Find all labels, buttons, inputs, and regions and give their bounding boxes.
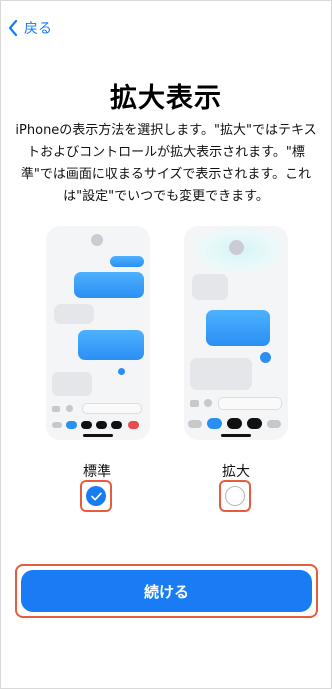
app-icon bbox=[128, 421, 139, 429]
message-bubble bbox=[52, 372, 92, 396]
option-zoomed-label: 拡大 bbox=[222, 464, 250, 480]
avatar bbox=[91, 234, 103, 246]
continue-button[interactable]: 続ける bbox=[21, 570, 312, 612]
standard-preview-image[interactable] bbox=[46, 226, 150, 440]
app-icon bbox=[111, 421, 122, 429]
app-icon bbox=[81, 421, 92, 429]
avatar bbox=[229, 240, 244, 255]
app-icon bbox=[188, 420, 202, 428]
back-label: 戻る bbox=[24, 21, 52, 37]
camera-icon bbox=[190, 400, 199, 407]
chevron-left-icon bbox=[8, 20, 18, 36]
back-button[interactable]: 戻る bbox=[8, 18, 52, 38]
home-indicator bbox=[83, 434, 113, 437]
continue-button-frame[interactable]: 続ける bbox=[15, 564, 318, 618]
message-input bbox=[218, 397, 282, 410]
app-icon bbox=[207, 418, 222, 429]
home-indicator bbox=[221, 434, 251, 437]
message-bubble bbox=[190, 358, 252, 390]
page-title: 拡大表示 bbox=[110, 83, 222, 114]
message-bubble bbox=[110, 256, 144, 267]
page-description: iPhoneの表示方法を選択します。"拡大"ではテキストおよびコントロールが拡大… bbox=[15, 123, 317, 204]
typing-dot bbox=[118, 368, 125, 375]
option-standard-label: 標準 bbox=[83, 464, 111, 480]
typing-dot bbox=[260, 352, 271, 363]
message-bubble bbox=[192, 274, 228, 300]
app-icon bbox=[66, 421, 77, 429]
message-bubble bbox=[74, 272, 144, 298]
empty-circle-icon bbox=[225, 486, 245, 506]
message-input bbox=[82, 403, 142, 414]
app-icon bbox=[52, 422, 62, 428]
option-standard-radio[interactable] bbox=[80, 480, 112, 512]
checkmark-icon bbox=[86, 486, 106, 506]
app-icon bbox=[267, 420, 281, 428]
message-bubble bbox=[54, 304, 94, 324]
option-zoomed-radio[interactable] bbox=[219, 480, 251, 512]
message-bubble bbox=[206, 310, 270, 346]
message-bubble bbox=[78, 330, 144, 360]
appstore-icon bbox=[66, 405, 73, 412]
camera-icon bbox=[52, 406, 60, 412]
app-icon bbox=[247, 418, 262, 429]
app-icon bbox=[96, 421, 107, 429]
zoomed-preview-image[interactable] bbox=[184, 226, 288, 440]
app-icon bbox=[227, 418, 242, 429]
appstore-icon bbox=[204, 399, 212, 407]
